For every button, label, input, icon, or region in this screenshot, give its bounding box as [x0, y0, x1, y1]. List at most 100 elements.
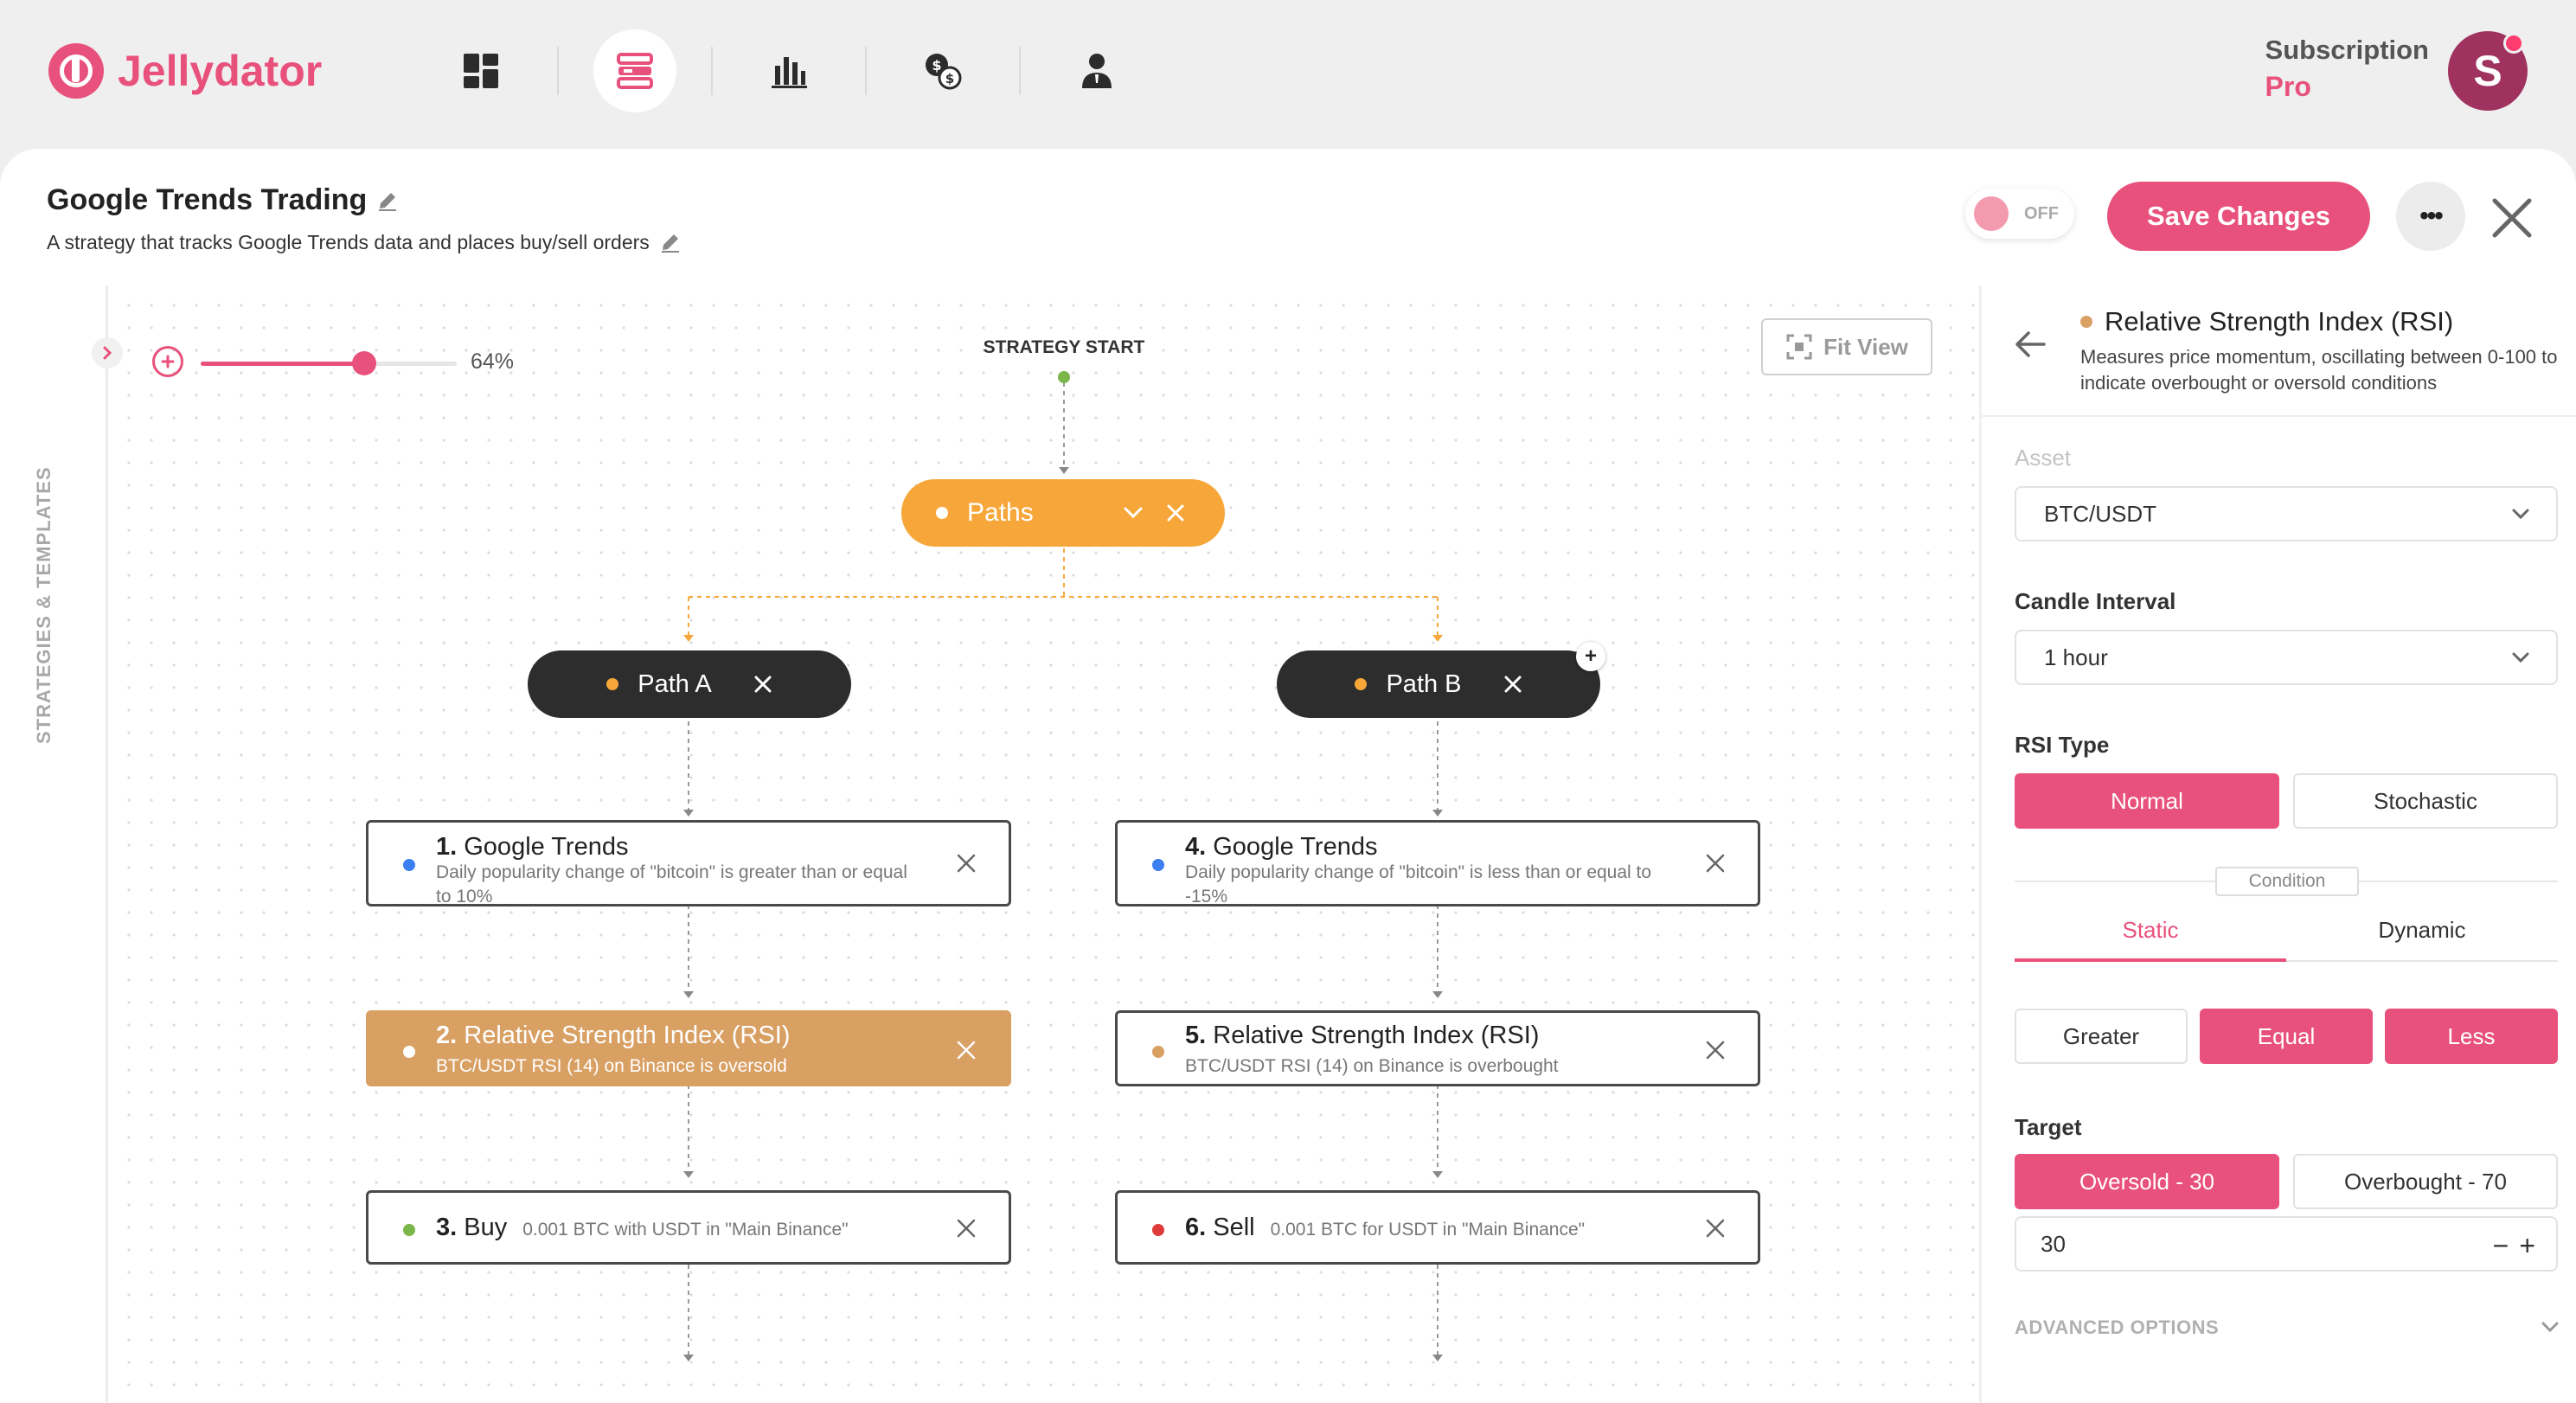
close-icon[interactable]: [753, 675, 772, 694]
step-number: 1.: [436, 833, 458, 861]
decrement-button[interactable]: −: [2493, 1230, 2509, 1262]
path-a-node[interactable]: Path A: [528, 650, 851, 718]
currency-exchange-icon: $ $: [926, 54, 962, 90]
step-number: 5.: [1185, 1022, 1207, 1049]
notification-dot: [2503, 33, 2524, 54]
step-card-2[interactable]: 2. Relative Strength Index (RSI) BTC/USD…: [366, 1010, 1011, 1086]
avatar[interactable]: S: [2448, 31, 2528, 111]
nav-profile[interactable]: [1055, 29, 1138, 112]
step-title: 1. Google Trends: [436, 833, 628, 862]
nav-separator: [711, 47, 713, 95]
path-a-dot: [606, 678, 619, 690]
increment-button[interactable]: +: [2519, 1230, 2535, 1262]
step-card-3[interactable]: 3. Buy 0.001 BTC with USDT in "Main Binan…: [366, 1190, 1011, 1265]
operator-equal[interactable]: Equal: [2200, 1009, 2373, 1064]
more-options-button[interactable]: •••: [2396, 182, 2465, 251]
close-icon[interactable]: [955, 1039, 977, 1061]
step-dot: [403, 859, 415, 871]
panel-description: Measures price momentum, oscillating bet…: [2080, 346, 2558, 394]
nav-strategies[interactable]: [593, 29, 713, 112]
close-icon[interactable]: [1503, 675, 1522, 694]
nav-dashboard[interactable]: [439, 29, 559, 112]
step-dot: [403, 1224, 415, 1236]
step-number: 6.: [1185, 1214, 1207, 1241]
step-number: 3.: [436, 1214, 458, 1241]
candle-interval-label: Candle Interval: [2015, 588, 2176, 614]
subscription-info[interactable]: Subscription Pro: [2265, 35, 2429, 103]
paths-dot: [936, 507, 948, 519]
toggle-label: OFF: [2024, 203, 2059, 223]
step-number: 2.: [436, 1022, 458, 1049]
rsi-type-stochastic[interactable]: Stochastic: [2293, 773, 2558, 829]
nav-exchange[interactable]: $ $: [901, 29, 1021, 112]
close-icon[interactable]: [1704, 1217, 1727, 1240]
strategy-toggle[interactable]: OFF: [1965, 189, 2074, 239]
nav-separator: [1019, 47, 1021, 95]
step-card-1[interactable]: 1. Google Trends Daily popularity change…: [366, 820, 1011, 907]
step-card-5[interactable]: 5. Relative Strength Index (RSI) BTC/USD…: [1115, 1010, 1760, 1086]
app-logo[interactable]: Jellydator: [48, 43, 322, 99]
strategies-icon: [617, 53, 653, 89]
target-oversold[interactable]: Oversold - 30: [2015, 1154, 2279, 1209]
rsi-type-normal[interactable]: Normal: [2015, 773, 2279, 829]
subscription-label: Subscription: [2265, 35, 2429, 65]
chevron-down-icon[interactable]: [2541, 1320, 2560, 1334]
condition-label: Condition: [2215, 867, 2359, 896]
dashboard-icon: [464, 54, 498, 88]
candle-interval-select[interactable]: 1 hour: [2015, 630, 2558, 685]
close-button[interactable]: [2486, 192, 2538, 244]
target-value: 30: [2041, 1230, 2066, 1257]
close-icon[interactable]: [955, 852, 977, 874]
step-card-4[interactable]: 4. Google Trends Daily popularity change…: [1115, 820, 1760, 907]
panel-title-text: Relative Strength Index (RSI): [2105, 306, 2454, 336]
target-value-input[interactable]: 30 − +: [2015, 1216, 2558, 1272]
step-title-text: Buy: [464, 1214, 508, 1241]
operator-less[interactable]: Less: [2385, 1009, 2558, 1064]
close-icon[interactable]: [1166, 503, 1185, 522]
step-title: 4. Google Trends: [1185, 833, 1377, 862]
close-icon[interactable]: [955, 1217, 977, 1240]
toggle-knob: [1974, 196, 2009, 231]
step-subtitle: 0.001 BTC with USDT in "Main Binance": [522, 1220, 849, 1240]
step-card-6[interactable]: 6. Sell 0.001 BTC for USDT in "Main Binan…: [1115, 1190, 1760, 1265]
panel-header: Relative Strength Index (RSI) Measures p…: [1982, 285, 2576, 417]
step-subtitle: BTC/USDT RSI (14) on Binance is overboug…: [1185, 1056, 1559, 1076]
close-icon[interactable]: [1704, 852, 1727, 874]
chevron-down-icon: [2512, 509, 2529, 520]
bar-chart-icon: [772, 57, 807, 88]
step-subtitle: Daily popularity change of "bitcoin" is …: [1185, 862, 1652, 907]
chevron-down-icon[interactable]: [1123, 503, 1144, 522]
step-title-text: Sell: [1213, 1214, 1255, 1241]
step-settings-panel: Relative Strength Index (RSI) Measures p…: [1979, 285, 2576, 1403]
advanced-options-toggle[interactable]: ADVANCED OPTIONS: [2015, 1317, 2219, 1339]
user-icon: [1082, 54, 1112, 88]
close-icon[interactable]: [1704, 1039, 1727, 1061]
panel-dot: [2080, 316, 2092, 328]
nav-separator: [865, 47, 867, 95]
step-title-text: Relative Strength Index (RSI): [464, 1022, 791, 1049]
chevron-down-icon: [2512, 652, 2529, 663]
step-title: 2. Relative Strength Index (RSI): [436, 1022, 790, 1050]
step-subtitle: 0.001 BTC for USDT in "Main Binance": [1270, 1220, 1586, 1240]
main-nav: $ $: [439, 29, 1138, 112]
back-arrow-icon[interactable]: [2013, 329, 2047, 360]
add-path-button[interactable]: +: [1576, 642, 1605, 671]
tab-dynamic[interactable]: Dynamic: [2286, 917, 2558, 962]
step-title: 3. Buy 0.001 BTC with USDT in "Main Binan…: [436, 1214, 849, 1242]
paths-label: Paths: [967, 498, 1034, 527]
save-changes-button[interactable]: Save Changes: [2107, 182, 2370, 251]
path-b-label: Path B: [1386, 669, 1462, 698]
tab-static[interactable]: Static: [2015, 917, 2286, 962]
step-subtitle: BTC/USDT RSI (14) on Binance is oversold: [436, 1056, 787, 1076]
target-overbought[interactable]: Overbought - 70: [2293, 1154, 2558, 1209]
quantity-stepper: − +: [2493, 1230, 2535, 1262]
editor-panel: Google Trends Trading A strategy that tr…: [0, 149, 2576, 1403]
operator-greater[interactable]: Greater: [2015, 1009, 2188, 1064]
nav-separator: [557, 47, 559, 95]
step-title: 5. Relative Strength Index (RSI): [1185, 1022, 1539, 1050]
step-title-text: Google Trends: [464, 833, 629, 861]
paths-node[interactable]: Paths: [901, 479, 1225, 547]
nav-analytics[interactable]: [747, 29, 867, 112]
asset-select[interactable]: BTC/USDT: [2015, 486, 2558, 541]
path-b-node[interactable]: Path B: [1277, 650, 1600, 718]
